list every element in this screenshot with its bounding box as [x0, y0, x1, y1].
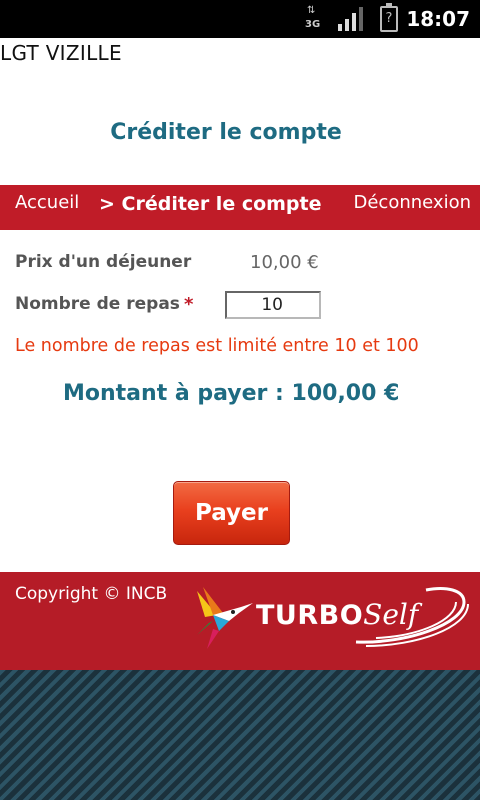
- network-type: 3G: [305, 19, 321, 30]
- limit-message: Le nombre de repas est limité entre 10 e…: [15, 336, 419, 356]
- price-label: Prix d'un déjeuner: [15, 252, 192, 272]
- nav-bar: Accueil > Créditer le compte Déconnexion: [0, 185, 480, 230]
- amount-to-pay: Montant à payer : 100,00 €: [63, 381, 400, 406]
- brand-swoosh-icon: [355, 587, 469, 647]
- hummingbird-logo-icon: [197, 587, 253, 649]
- footer: Copyright © INCB TURBOSelf: [0, 572, 480, 670]
- page-title: Créditer le compte: [110, 120, 342, 145]
- striped-background: [0, 670, 480, 800]
- status-bar: ⇅ 3G ? 18:07: [0, 0, 480, 38]
- battery-status: ?: [385, 11, 393, 26]
- logout-link[interactable]: Déconnexion: [354, 192, 472, 213]
- site-name: LGT VIZILLE: [0, 41, 122, 65]
- nav-home-link[interactable]: Accueil: [15, 192, 79, 213]
- required-mark: *: [184, 294, 194, 315]
- breadcrumb-current: > Créditer le compte: [99, 193, 322, 215]
- copyright-text: Copyright © INCB: [15, 584, 168, 604]
- data-arrows-icon: ⇅ 3G: [305, 5, 321, 31]
- meals-count-input[interactable]: [225, 291, 321, 319]
- meals-label: Nombre de repas: [15, 294, 180, 314]
- battery-unknown-icon: ?: [380, 3, 398, 32]
- clock: 18:07: [406, 7, 470, 31]
- price-value: 10,00 €: [250, 252, 319, 273]
- pay-button[interactable]: Payer: [173, 481, 290, 545]
- signal-icon: [338, 7, 363, 31]
